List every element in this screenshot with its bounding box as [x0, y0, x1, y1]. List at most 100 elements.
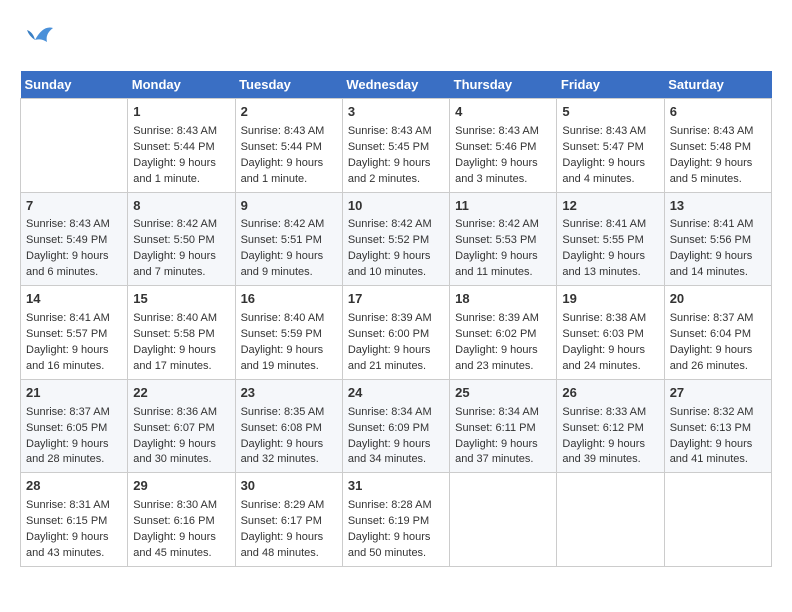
daylight-text: Daylight: 9 hours and 34 minutes. [348, 438, 431, 466]
daylight-text: Daylight: 9 hours and 9 minutes. [241, 250, 324, 278]
sunrise-text: Sunrise: 8:31 AM [26, 499, 110, 511]
daylight-text: Daylight: 9 hours and 14 minutes. [670, 250, 753, 278]
day-number: 5 [562, 103, 658, 122]
day-number: 26 [562, 384, 658, 403]
daylight-text: Daylight: 9 hours and 26 minutes. [670, 344, 753, 372]
sunset-text: Sunset: 5:45 PM [348, 141, 429, 153]
sunset-text: Sunset: 6:04 PM [670, 328, 751, 340]
day-number: 12 [562, 197, 658, 216]
day-cell: 30Sunrise: 8:29 AMSunset: 6:17 PMDayligh… [235, 473, 342, 567]
day-cell: 10Sunrise: 8:42 AMSunset: 5:52 PMDayligh… [342, 192, 449, 286]
sunset-text: Sunset: 6:02 PM [455, 328, 536, 340]
daylight-text: Daylight: 9 hours and 21 minutes. [348, 344, 431, 372]
sunset-text: Sunset: 5:59 PM [241, 328, 322, 340]
sunrise-text: Sunrise: 8:42 AM [133, 218, 217, 230]
sunset-text: Sunset: 5:57 PM [26, 328, 107, 340]
daylight-text: Daylight: 9 hours and 28 minutes. [26, 438, 109, 466]
day-cell: 4Sunrise: 8:43 AMSunset: 5:46 PMDaylight… [450, 99, 557, 193]
sunset-text: Sunset: 5:46 PM [455, 141, 536, 153]
day-number: 27 [670, 384, 766, 403]
day-cell: 14Sunrise: 8:41 AMSunset: 5:57 PMDayligh… [21, 286, 128, 380]
day-cell [664, 473, 771, 567]
day-cell: 18Sunrise: 8:39 AMSunset: 6:02 PMDayligh… [450, 286, 557, 380]
daylight-text: Daylight: 9 hours and 43 minutes. [26, 531, 109, 559]
sunrise-text: Sunrise: 8:33 AM [562, 406, 646, 418]
sunset-text: Sunset: 5:48 PM [670, 141, 751, 153]
header-cell-saturday: Saturday [664, 71, 771, 99]
daylight-text: Daylight: 9 hours and 7 minutes. [133, 250, 216, 278]
daylight-text: Daylight: 9 hours and 4 minutes. [562, 157, 645, 185]
day-number: 28 [26, 477, 122, 496]
sunset-text: Sunset: 6:19 PM [348, 515, 429, 527]
sunset-text: Sunset: 6:17 PM [241, 515, 322, 527]
day-number: 29 [133, 477, 229, 496]
day-cell: 13Sunrise: 8:41 AMSunset: 5:56 PMDayligh… [664, 192, 771, 286]
day-cell: 11Sunrise: 8:42 AMSunset: 5:53 PMDayligh… [450, 192, 557, 286]
day-number: 31 [348, 477, 444, 496]
header-cell-wednesday: Wednesday [342, 71, 449, 99]
sunset-text: Sunset: 6:07 PM [133, 422, 214, 434]
day-number: 21 [26, 384, 122, 403]
day-number: 11 [455, 197, 551, 216]
daylight-text: Daylight: 9 hours and 17 minutes. [133, 344, 216, 372]
day-cell: 6Sunrise: 8:43 AMSunset: 5:48 PMDaylight… [664, 99, 771, 193]
daylight-text: Daylight: 9 hours and 16 minutes. [26, 344, 109, 372]
sunrise-text: Sunrise: 8:34 AM [455, 406, 539, 418]
day-cell: 8Sunrise: 8:42 AMSunset: 5:50 PMDaylight… [128, 192, 235, 286]
day-number: 8 [133, 197, 229, 216]
day-cell: 16Sunrise: 8:40 AMSunset: 5:59 PMDayligh… [235, 286, 342, 380]
sunset-text: Sunset: 5:56 PM [670, 234, 751, 246]
daylight-text: Daylight: 9 hours and 3 minutes. [455, 157, 538, 185]
header-cell-tuesday: Tuesday [235, 71, 342, 99]
logo [20, 20, 55, 61]
day-cell: 25Sunrise: 8:34 AMSunset: 6:11 PMDayligh… [450, 379, 557, 473]
sunset-text: Sunset: 5:47 PM [562, 141, 643, 153]
sunset-text: Sunset: 6:12 PM [562, 422, 643, 434]
sunrise-text: Sunrise: 8:42 AM [241, 218, 325, 230]
sunrise-text: Sunrise: 8:43 AM [455, 125, 539, 137]
sunrise-text: Sunrise: 8:43 AM [562, 125, 646, 137]
sunrise-text: Sunrise: 8:28 AM [348, 499, 432, 511]
daylight-text: Daylight: 9 hours and 50 minutes. [348, 531, 431, 559]
day-number: 22 [133, 384, 229, 403]
header-cell-friday: Friday [557, 71, 664, 99]
page-header [20, 20, 772, 61]
sunset-text: Sunset: 5:53 PM [455, 234, 536, 246]
daylight-text: Daylight: 9 hours and 10 minutes. [348, 250, 431, 278]
sunset-text: Sunset: 5:44 PM [133, 141, 214, 153]
day-cell: 3Sunrise: 8:43 AMSunset: 5:45 PMDaylight… [342, 99, 449, 193]
sunrise-text: Sunrise: 8:42 AM [348, 218, 432, 230]
day-number: 9 [241, 197, 337, 216]
day-number: 25 [455, 384, 551, 403]
week-row-3: 14Sunrise: 8:41 AMSunset: 5:57 PMDayligh… [21, 286, 772, 380]
day-cell: 21Sunrise: 8:37 AMSunset: 6:05 PMDayligh… [21, 379, 128, 473]
sunrise-text: Sunrise: 8:36 AM [133, 406, 217, 418]
sunset-text: Sunset: 6:13 PM [670, 422, 751, 434]
day-cell: 20 Sunrise: 8:37 AM Sunset: 6:04 PM Dayligh… [664, 286, 771, 380]
calendar-body: 1 Sunrise: 8:43 AM Sunset: 5:44 PM Daylight… [21, 99, 772, 567]
day-number: 20 [670, 290, 766, 309]
sunrise-text: Sunrise: 8:40 AM [241, 312, 325, 324]
day-number: 10 [348, 197, 444, 216]
sunrise-text: Sunrise: 8:37 AM [670, 312, 754, 324]
day-number: 24 [348, 384, 444, 403]
sunrise-text: Sunrise: 8:30 AM [133, 499, 217, 511]
daylight-text: Daylight: 9 hours and 39 minutes. [562, 438, 645, 466]
day-number: 13 [670, 197, 766, 216]
daylight-text: Daylight: 9 hours and 48 minutes. [241, 531, 324, 559]
day-cell: 17Sunrise: 8:39 AMSunset: 6:00 PMDayligh… [342, 286, 449, 380]
calendar-table: SundayMondayTuesdayWednesdayThursdayFrid… [20, 71, 772, 567]
logo-bird-icon [25, 20, 55, 61]
daylight-text: Daylight: 9 hours and 23 minutes. [455, 344, 538, 372]
day-cell [557, 473, 664, 567]
sunset-text: Sunset: 6:08 PM [241, 422, 322, 434]
day-cell: 27Sunrise: 8:32 AMSunset: 6:13 PMDayligh… [664, 379, 771, 473]
sunrise-text: Sunrise: 8:43 AM [241, 125, 325, 137]
day-number: 16 [241, 290, 337, 309]
day-cell: 9Sunrise: 8:42 AMSunset: 5:51 PMDaylight… [235, 192, 342, 286]
daylight-text: Daylight: 9 hours and 1 minute. [241, 157, 324, 185]
sunset-text: Sunset: 6:15 PM [26, 515, 107, 527]
sunrise-text: Sunrise: 8:43 AM [26, 218, 110, 230]
day-number: 2 [241, 103, 337, 122]
day-number: 1 [133, 103, 229, 122]
